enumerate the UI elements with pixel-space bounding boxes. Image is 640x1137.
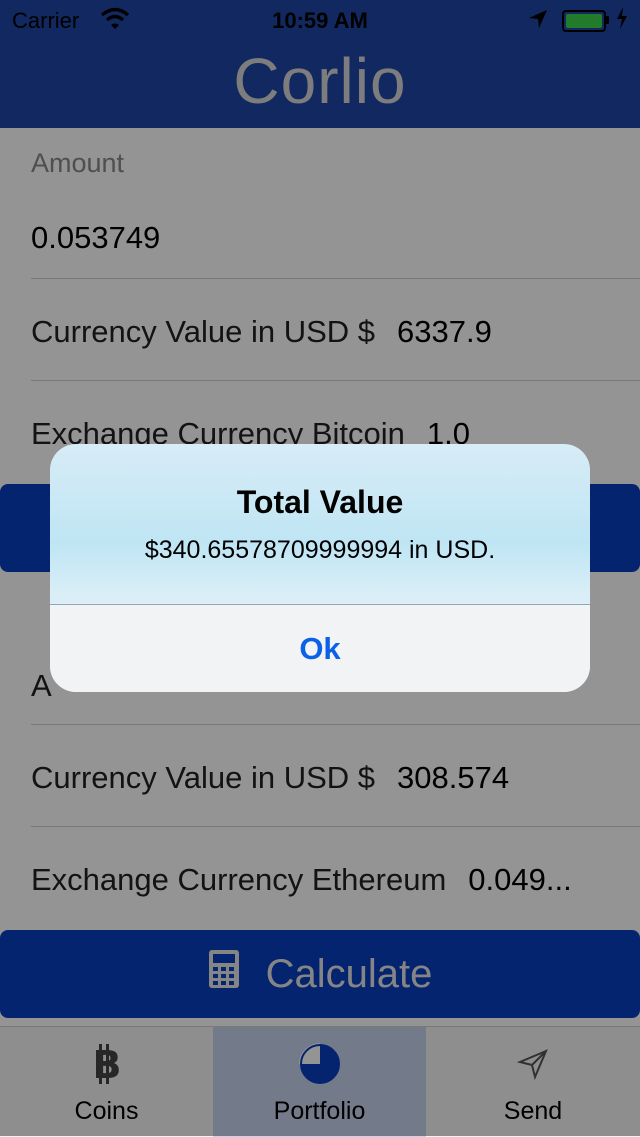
alert-title: Total Value [236,484,404,520]
alert-message: $340.65578709999994 in USD. [144,536,496,564]
total-value-alert: Total Value $340.65578709999994 in USD. … [50,444,590,692]
ok-button[interactable]: Ok [50,605,590,692]
